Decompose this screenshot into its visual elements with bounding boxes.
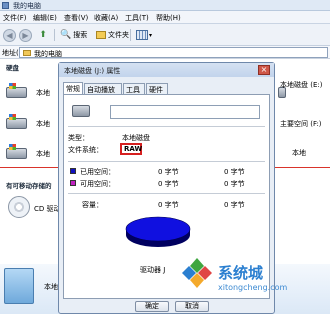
drive-item[interactable]: 本地	[6, 114, 58, 131]
used-space-swatch	[70, 168, 76, 174]
free-space-bytes: 0 字节	[158, 180, 179, 188]
ok-button[interactable]: 确定	[135, 301, 169, 312]
back-button[interactable]: ◀	[3, 28, 16, 42]
drive-label: 本地	[292, 149, 306, 157]
cd-drive-icon	[8, 196, 30, 218]
address-value: 我的电脑	[34, 50, 62, 58]
cancel-button[interactable]: 取消	[175, 301, 209, 312]
folder-icon	[4, 268, 34, 304]
close-button[interactable]: ×	[258, 65, 270, 75]
close-icon: ×	[260, 65, 268, 74]
volume-name-input[interactable]	[110, 105, 260, 119]
up-folder-icon: ⬆	[39, 30, 47, 40]
free-space-label: 可用空间：	[80, 180, 115, 188]
drive-item[interactable]: 本地磁盘 (E:)	[278, 81, 330, 100]
filesystem-label: 文件系统：	[68, 146, 103, 154]
chevron-down-icon: ▾	[149, 31, 153, 39]
drive-item[interactable]: 主要空间 (F:)	[278, 115, 330, 131]
computer-icon	[2, 2, 9, 9]
type-label: 类型：	[68, 134, 89, 142]
drive-item[interactable]: 本地	[6, 144, 58, 161]
up-folder-button[interactable]: ⬆	[37, 28, 49, 42]
drive-item[interactable]: 本地	[6, 83, 58, 100]
address-input[interactable]: 我的电脑	[19, 47, 328, 58]
divider	[68, 126, 265, 127]
hard-drive-icon	[6, 114, 27, 129]
menu-edit[interactable]: 编辑(E)	[33, 13, 57, 23]
divider	[68, 161, 265, 162]
disk-usage-pie-chart	[125, 216, 191, 247]
section-header-removable: 有可移动存储的	[6, 182, 52, 190]
menu-tools[interactable]: 工具(T)	[125, 13, 149, 23]
used-space-size: 0 字节	[224, 168, 245, 176]
tab-tools[interactable]: 工具	[123, 83, 145, 94]
windows-logo-icon	[9, 114, 16, 120]
toolbar: ◀ ▶ ⬆ 🔍 搜索 文件夹 ▾	[0, 24, 330, 46]
dialog-title: 本地磁盘 (J:) 属性	[64, 67, 121, 75]
folders-label: 文件夹	[108, 31, 129, 39]
menu-help[interactable]: 帮助(H)	[156, 13, 181, 23]
window-title: 我的电脑	[13, 2, 41, 10]
toolbar-separator	[54, 29, 55, 41]
hard-drive-icon	[6, 144, 27, 159]
watermark-url: xitongcheng.com	[218, 283, 288, 292]
drive-caption: 驱动器 J	[140, 266, 166, 274]
free-space-swatch	[70, 180, 76, 186]
watermark-text: 系统城	[218, 264, 264, 282]
section-header-disks: 硬盘	[6, 64, 19, 72]
menu-favorites[interactable]: 收藏(A)	[94, 13, 118, 23]
cd-drive-item[interactable]: CD 驱动	[8, 196, 61, 224]
divider	[68, 193, 265, 194]
tab-autoplay[interactable]: 自动播放	[84, 83, 122, 94]
back-arrow-icon: ◀	[3, 28, 16, 42]
computer-folder-icon	[23, 50, 31, 56]
drive-label: 本地	[36, 89, 50, 97]
menu-file[interactable]: 文件(F)	[3, 13, 27, 23]
views-button[interactable]: ▾	[136, 28, 152, 42]
folders-icon	[96, 31, 106, 39]
views-icon	[136, 30, 148, 40]
tab-hardware[interactable]: 硬件	[146, 83, 168, 94]
folder-label: 本地	[44, 283, 58, 291]
used-space-bytes: 0 字节	[158, 168, 179, 176]
free-space-size: 0 字节	[224, 180, 245, 188]
window-titlebar: 我的电脑	[0, 0, 330, 11]
drive-item[interactable]: 本地	[278, 145, 330, 161]
toolbar-separator	[130, 29, 131, 41]
menu-view[interactable]: 查看(V)	[64, 13, 88, 23]
type-value: 本地磁盘	[122, 134, 150, 142]
tab-general[interactable]: 常规	[63, 82, 83, 94]
search-label: 搜索	[73, 31, 88, 39]
menu-bar: 文件(F) 编辑(E) 查看(V) 收藏(A) 工具(T) 帮助(H)	[0, 11, 330, 24]
address-bar: 地址(D) 我的电脑	[0, 46, 330, 59]
watermark-logo	[182, 258, 212, 288]
hard-drive-icon	[72, 105, 90, 117]
capacity-size: 0 字节	[224, 201, 245, 209]
forward-arrow-icon: ▶	[19, 28, 32, 42]
search-button[interactable]: 🔍 搜索	[60, 28, 87, 42]
windows-logo-icon	[9, 144, 16, 150]
pie-top	[125, 216, 191, 242]
folders-button[interactable]: 文件夹	[96, 28, 129, 42]
drive-label: 本地	[36, 120, 50, 128]
cd-drive-label: CD 驱动	[34, 205, 61, 213]
capacity-bytes: 0 字节	[158, 201, 179, 209]
drive-label: 本地	[36, 150, 50, 158]
search-icon: 🔍	[60, 30, 72, 40]
used-space-label: 已用空间：	[80, 168, 115, 176]
capacity-label: 容量：	[82, 201, 103, 209]
windows-logo-icon	[9, 83, 16, 89]
hard-drive-icon	[6, 83, 27, 98]
drive-label: 主要空间 (F:)	[280, 120, 322, 128]
filesystem-value: RAW	[124, 145, 143, 153]
drive-label: 本地磁盘 (E:)	[280, 81, 323, 89]
forward-button[interactable]: ▶	[19, 28, 32, 42]
dialog-titlebar: 本地磁盘 (J:) 属性 ×	[59, 63, 274, 77]
